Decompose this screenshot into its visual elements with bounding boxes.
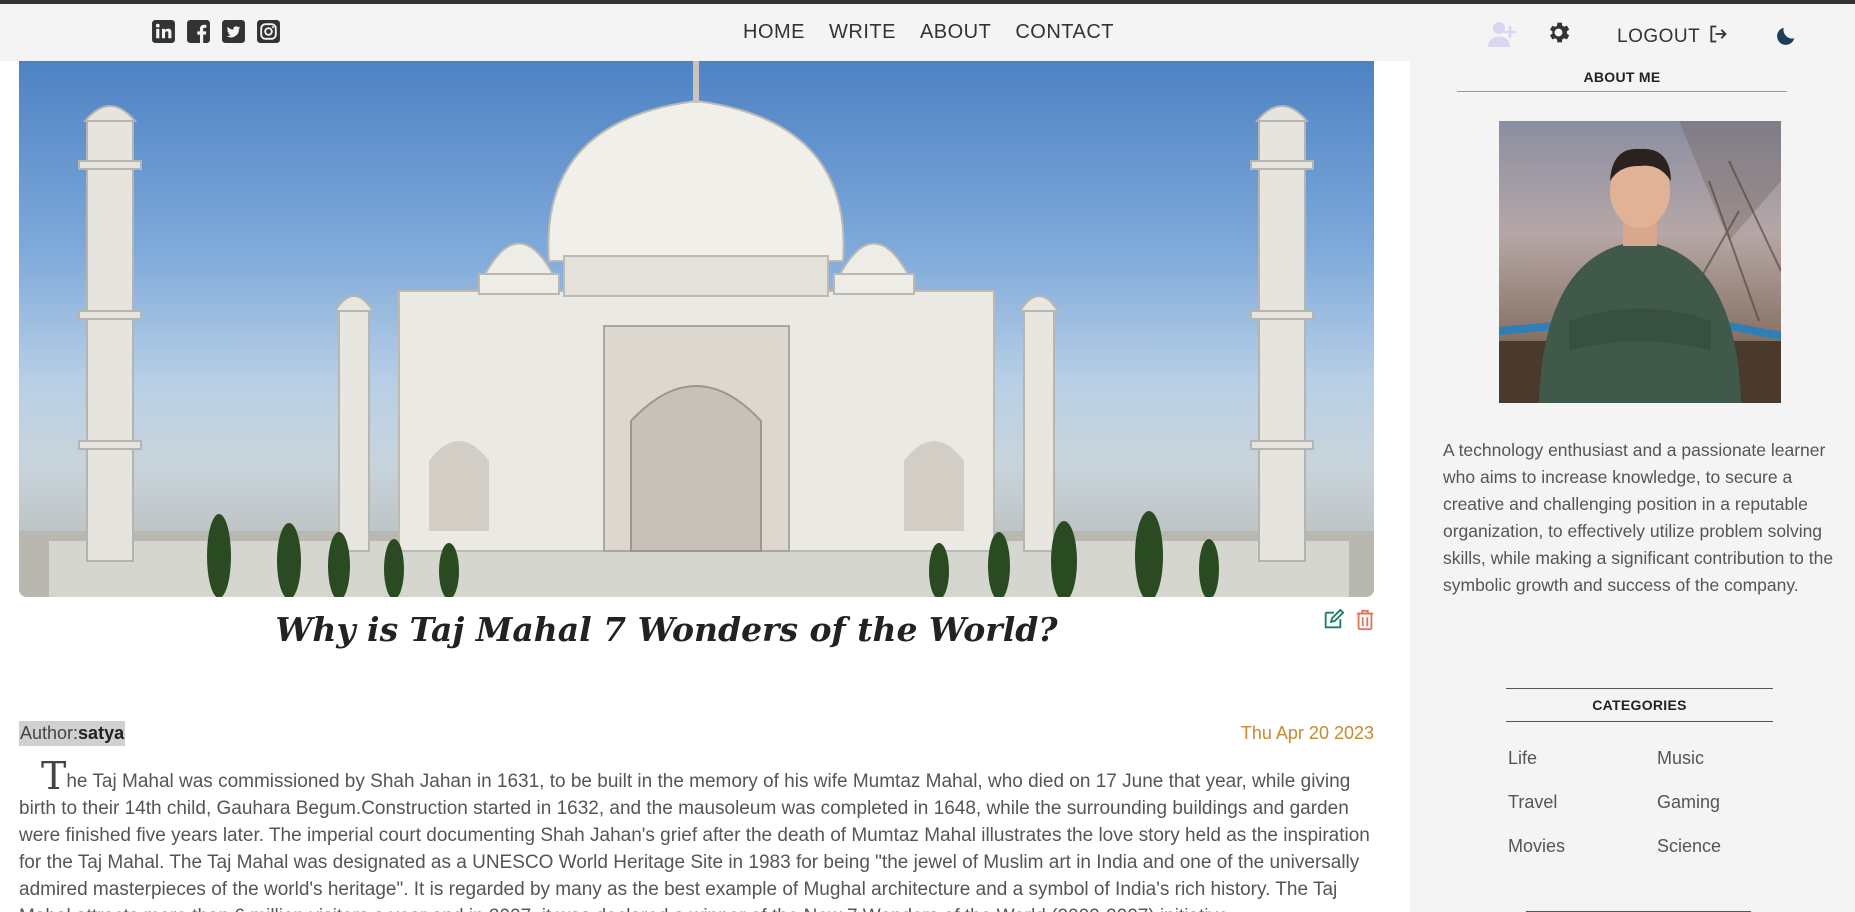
author-name: satya (78, 723, 125, 743)
post-image (19, 61, 1374, 597)
moon-icon[interactable] (1775, 25, 1797, 47)
post-body-dropcap: T (41, 754, 67, 798)
post-author: Author:satya (19, 721, 126, 746)
post-body: The Taj Mahal was commissioned by Shah J… (19, 757, 1374, 912)
post-date: Thu Apr 20 2023 (1240, 723, 1374, 743)
nav-write[interactable]: WRITE (829, 20, 896, 44)
nav-about[interactable]: ABOUT (920, 20, 991, 44)
add-user-icon[interactable] (1488, 20, 1518, 48)
post-content: Why is Taj Mahal 7 Wonders of the World?… (0, 61, 1410, 912)
category-music[interactable]: Music (1657, 745, 1806, 771)
instagram-icon[interactable] (256, 19, 281, 44)
edit-icon[interactable] (1322, 608, 1345, 636)
logout-icon (1708, 24, 1728, 50)
category-gaming[interactable]: Gaming (1657, 789, 1806, 815)
category-science[interactable]: Science (1657, 833, 1806, 859)
categories-list: Life Music Travel Gaming Movies Science (1508, 745, 1808, 859)
author-label: Author: (20, 723, 79, 743)
social-links (151, 19, 281, 44)
category-movies[interactable]: Movies (1508, 833, 1657, 859)
gear-icon[interactable] (1545, 19, 1572, 46)
category-travel[interactable]: Travel (1508, 789, 1657, 815)
category-life[interactable]: Life (1508, 745, 1657, 771)
profile-photo (1499, 121, 1781, 403)
facebook-icon[interactable] (186, 19, 211, 44)
about-me-bio: A technology enthusiast and a passionate… (1443, 440, 1834, 595)
linkedin-icon[interactable] (151, 19, 176, 44)
main-nav: HOME WRITE ABOUT CONTACT (743, 20, 1114, 44)
sidebar: ABOUT ME A technology enthusiast and a p… (1410, 61, 1855, 912)
logout-button[interactable]: LOGOUT (1617, 24, 1728, 50)
logout-label: LOGOUT (1617, 26, 1701, 47)
top-navbar: HOME WRITE ABOUT CONTACT LOGOUT (0, 4, 1855, 61)
twitter-icon[interactable] (221, 19, 246, 44)
post-title: Why is Taj Mahal 7 Wonders of the World? (275, 610, 1058, 649)
nav-home[interactable]: HOME (743, 20, 805, 44)
nav-contact[interactable]: CONTACT (1015, 20, 1114, 44)
categories-title: CATEGORIES (1506, 688, 1773, 722)
post-body-text: he Taj Mahal was commissioned by Shah Ja… (19, 771, 1370, 912)
delete-icon[interactable] (1355, 609, 1375, 636)
about-me-title: ABOUT ME (1457, 69, 1787, 92)
